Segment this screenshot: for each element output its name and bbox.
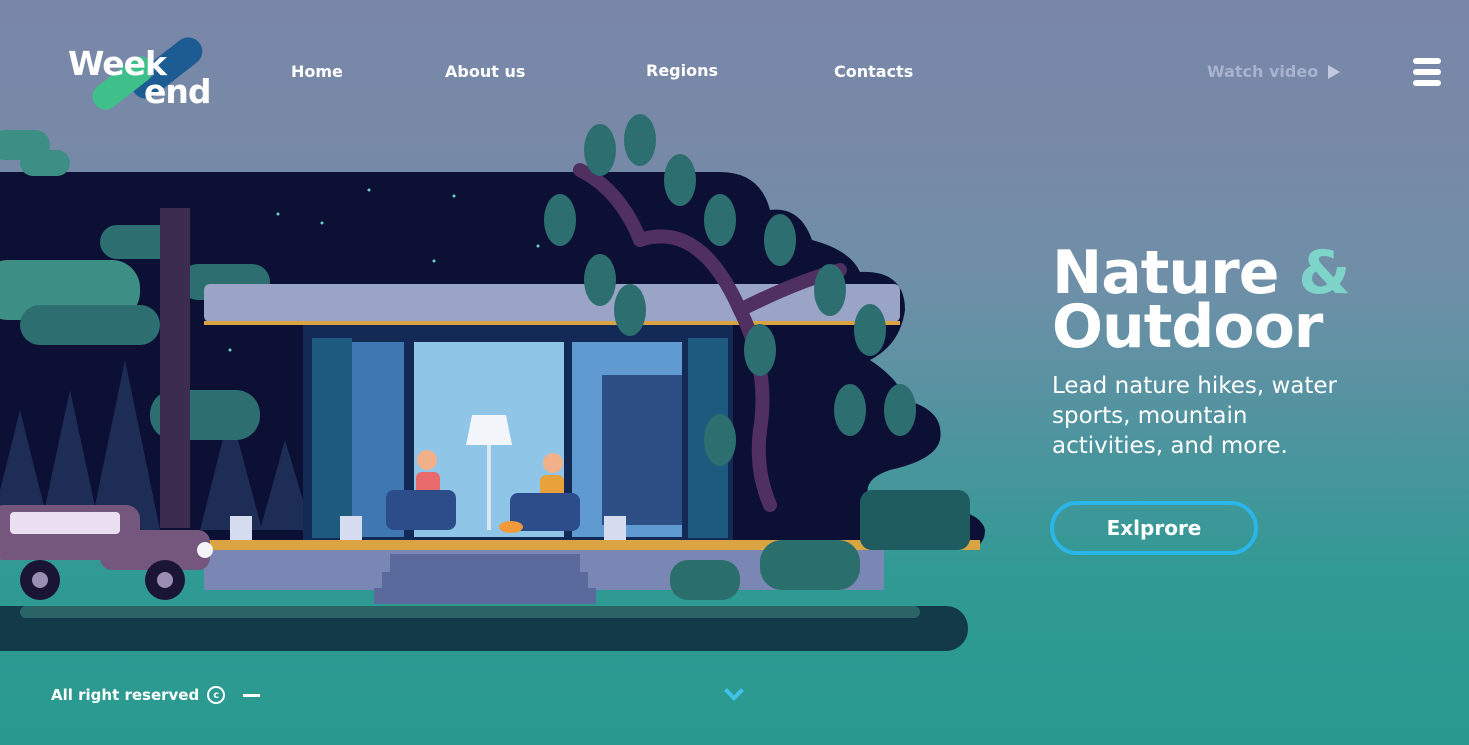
roof-trim: [204, 321, 900, 325]
hero-title-word2: Outdoor: [1052, 292, 1323, 362]
hero-subtitle: Lead nature hikes, water sports, mountai…: [1052, 373, 1337, 459]
watch-video-button[interactable]: Watch video: [1207, 62, 1341, 81]
floor-lamp-shade: [466, 415, 512, 445]
nav-about-us[interactable]: About us: [445, 62, 525, 81]
hamburger-menu-icon[interactable]: [1413, 58, 1441, 86]
person-left-head: [417, 450, 437, 470]
nav-contacts[interactable]: Contacts: [834, 62, 913, 81]
ground-stripe: [20, 606, 920, 618]
person-right-head: [543, 453, 563, 473]
brand-logo[interactable]: Week end: [66, 31, 216, 115]
slide-indicator[interactable]: [243, 694, 260, 697]
step-2: [382, 572, 588, 588]
step-3: [374, 588, 596, 604]
menu-bar: [1413, 58, 1441, 64]
chevron-down-icon[interactable]: [724, 681, 744, 701]
copyright-icon: c: [207, 686, 226, 704]
wall-pattern: [312, 338, 352, 538]
logo-text-end: end: [144, 72, 211, 111]
nav-regions[interactable]: Regions: [646, 61, 718, 80]
explore-button[interactable]: Exlprore: [1050, 501, 1258, 555]
sofa-left: [386, 490, 456, 530]
menu-bar: [1413, 69, 1441, 75]
copyright-text: All right reserved: [51, 686, 200, 704]
copyright-notice: All right reserved c: [51, 686, 226, 704]
step-1: [390, 554, 580, 572]
cat: [499, 521, 523, 533]
menu-bar: [1413, 80, 1441, 86]
watch-video-label: Watch video: [1207, 62, 1319, 81]
nav-home[interactable]: Home: [291, 62, 343, 81]
bookshelf: [602, 375, 682, 525]
house-night-illustration: [0, 114, 985, 651]
play-icon: [1328, 64, 1341, 79]
floor-lamp-pole: [487, 445, 491, 530]
hero-title: Nature & Outdoor: [1052, 243, 1351, 362]
